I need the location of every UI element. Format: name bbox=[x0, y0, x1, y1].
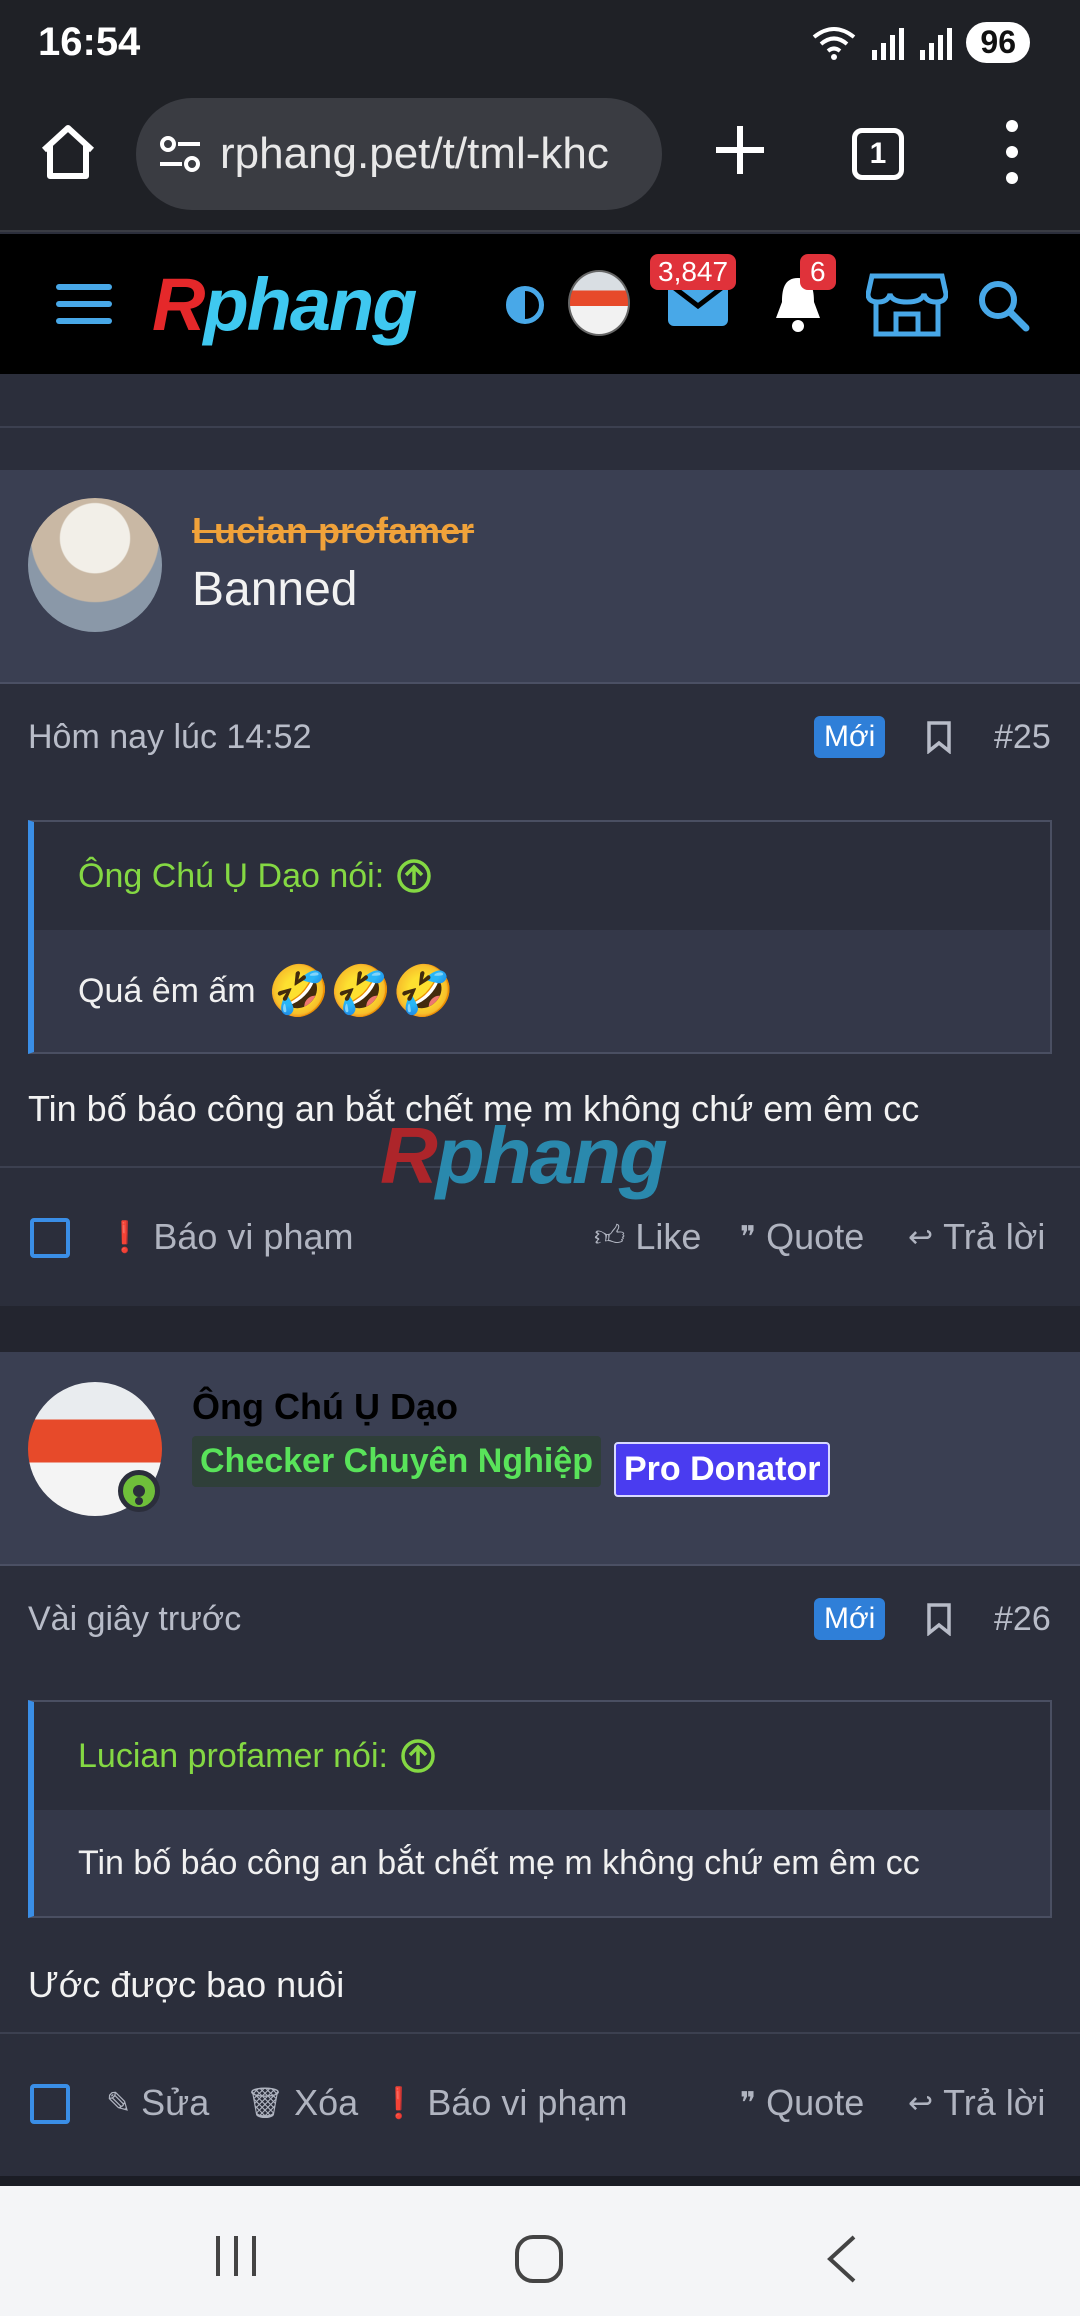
quote-block: Lucian profamer nói: Tin bố báo công an … bbox=[28, 1700, 1052, 1918]
quote-text: Tin bố báo công an bắt chết mẹ m không c… bbox=[78, 1843, 920, 1882]
new-badge: Mới bbox=[814, 1598, 886, 1640]
status-bar: 16:54 96 bbox=[0, 0, 1080, 90]
notification-count-badge: 6 bbox=[800, 254, 836, 290]
previous-post-action-bar bbox=[0, 374, 1080, 428]
recent-apps-icon[interactable] bbox=[212, 2234, 260, 2278]
trash-icon: 🗑︎ bbox=[246, 2086, 285, 2120]
post-action-bar: ✎ Sửa 🗑︎ Xóa ❗ Báo vi phạm ❞ Quote ↩ Trả lời bbox=[0, 2032, 1080, 2174]
reply-button[interactable]: ↩ Trả lời bbox=[908, 1216, 1045, 1258]
report-button[interactable]: ❗ Báo vi phạm bbox=[106, 1216, 353, 1258]
like-button[interactable]: 👍︎ Like bbox=[594, 1216, 701, 1258]
jump-up-icon[interactable] bbox=[396, 858, 432, 894]
store-icon[interactable] bbox=[866, 270, 948, 338]
browser-toolbar: rphang.pet/t/tml-khc 1 bbox=[0, 90, 1080, 232]
mail-count-badge: 3,847 bbox=[650, 254, 737, 290]
search-icon[interactable] bbox=[976, 278, 1030, 332]
system-navigation-bar bbox=[0, 2176, 1080, 2316]
post-26: Ông Chú Ụ Dạo Checker Chuyên Nghiệp Pro … bbox=[0, 1352, 1080, 2174]
report-button[interactable]: ❗ Báo vi phạm bbox=[380, 2082, 627, 2124]
status-icons: 96 bbox=[812, 22, 1030, 63]
post-number[interactable]: #26 bbox=[994, 1600, 1051, 1639]
bookmark-icon[interactable] bbox=[926, 720, 952, 754]
theme-toggle-icon[interactable] bbox=[506, 286, 544, 324]
address-bar[interactable]: rphang.pet/t/tml-khc bbox=[136, 98, 662, 210]
select-checkbox[interactable] bbox=[30, 1218, 70, 1258]
post-time[interactable]: Hôm nay lúc 14:52 bbox=[28, 718, 312, 757]
battery-indicator: 96 bbox=[966, 22, 1030, 63]
reply-icon: ↩ bbox=[908, 2086, 934, 2120]
quote-button[interactable]: ❞ Quote bbox=[740, 1216, 864, 1258]
quote-text: Quá êm ấm bbox=[78, 971, 256, 1010]
status-time: 16:54 bbox=[38, 20, 141, 64]
role-checker: Checker Chuyên Nghiệp bbox=[192, 1436, 601, 1487]
quote-body: Tin bố báo công an bắt chết mẹ m không c… bbox=[34, 1810, 1050, 1916]
quote-icon: ❞ bbox=[740, 2086, 757, 2120]
site-logo[interactable]: Rphang bbox=[152, 262, 417, 347]
home-icon[interactable] bbox=[36, 120, 100, 184]
delete-button[interactable]: 🗑︎ Xóa bbox=[246, 2082, 358, 2124]
quote-block: Ông Chú Ụ Dạo nói: Quá êm ấm 🤣🤣🤣 bbox=[28, 820, 1052, 1054]
site-header: Rphang 3,847 6 bbox=[0, 234, 1080, 374]
thumbs-up-icon: 👍︎ bbox=[594, 1220, 626, 1253]
quote-author[interactable]: Ông Chú Ụ Dạo nói: bbox=[78, 857, 384, 896]
quote-header[interactable]: Lucian profamer nói: bbox=[34, 1702, 1050, 1810]
author-status: Banned bbox=[192, 563, 358, 616]
hamburger-menu-icon[interactable] bbox=[56, 284, 112, 324]
edit-button[interactable]: ✎ Sửa bbox=[106, 2082, 209, 2124]
tab-switcher-button[interactable]: 1 bbox=[852, 128, 904, 180]
post-number[interactable]: #25 bbox=[994, 718, 1051, 757]
new-tab-icon[interactable] bbox=[708, 118, 772, 182]
reply-icon: ↩ bbox=[908, 1220, 934, 1254]
site-watermark: Rphang bbox=[380, 1111, 668, 1200]
jump-up-icon[interactable] bbox=[400, 1738, 436, 1774]
author-username[interactable]: Lucian profamer bbox=[192, 510, 474, 552]
post-body: Ước được bao nuôi bbox=[28, 1964, 345, 2005]
post-author-block: Lucian profamer Banned bbox=[0, 470, 1080, 684]
user-avatar[interactable] bbox=[568, 270, 630, 336]
quote-icon: ❞ bbox=[740, 1220, 757, 1254]
quote-button[interactable]: ❞ Quote bbox=[740, 2082, 864, 2124]
post-time[interactable]: Vài giây trước bbox=[28, 1600, 241, 1639]
role-pro-donator: Pro Donator bbox=[614, 1442, 831, 1497]
signal-icon-2 bbox=[920, 27, 953, 60]
more-menu-icon[interactable] bbox=[1000, 120, 1024, 184]
wifi-icon bbox=[813, 26, 856, 60]
new-badge: Mới bbox=[814, 716, 886, 758]
pencil-icon: ✎ bbox=[106, 2086, 132, 2120]
site-info-icon[interactable] bbox=[158, 134, 202, 174]
post-separator bbox=[0, 1306, 1080, 1352]
quote-header[interactable]: Ông Chú Ụ Dạo nói: bbox=[34, 822, 1050, 930]
home-nav-icon[interactable] bbox=[514, 2234, 564, 2284]
select-checkbox[interactable] bbox=[30, 2084, 70, 2124]
quote-author[interactable]: Lucian profamer nói: bbox=[78, 1737, 388, 1776]
warning-icon: ❗ bbox=[106, 1220, 144, 1254]
laughing-emoji: 🤣🤣🤣 bbox=[267, 962, 455, 1019]
url-text[interactable]: rphang.pet/t/tml-khc bbox=[220, 129, 660, 179]
reply-button[interactable]: ↩ Trả lời bbox=[908, 2082, 1045, 2124]
warning-icon: ❗ bbox=[380, 2086, 418, 2120]
bookmark-icon[interactable] bbox=[926, 1602, 952, 1636]
post-author-block: Ông Chú Ụ Dạo Checker Chuyên Nghiệp Pro … bbox=[0, 1352, 1080, 1566]
online-status-icon bbox=[118, 1470, 160, 1512]
back-icon[interactable] bbox=[824, 2234, 858, 2284]
author-avatar[interactable] bbox=[28, 498, 162, 632]
author-username[interactable]: Ông Chú Ụ Dạo bbox=[192, 1386, 458, 1428]
quote-body: Quá êm ấm 🤣🤣🤣 bbox=[34, 930, 1050, 1052]
signal-icon bbox=[872, 27, 905, 60]
